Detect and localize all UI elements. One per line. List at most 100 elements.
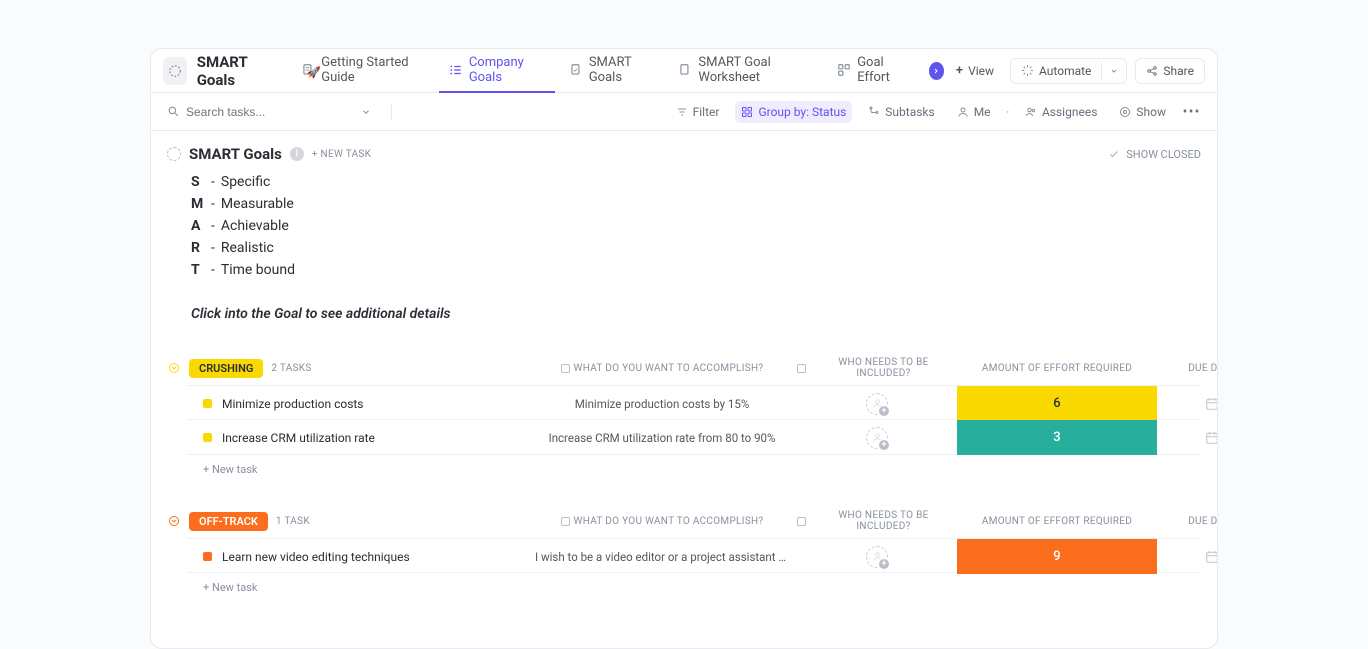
doc-icon: 🚀 xyxy=(301,62,315,78)
task-group: OFF-TRACK 1 TASK WHAT DO YOU WANT TO ACC… xyxy=(187,510,1201,602)
share-button[interactable]: Share xyxy=(1135,58,1205,84)
divider xyxy=(391,103,392,121)
tab-goal-effort[interactable]: Goal Effort xyxy=(827,49,918,93)
me-button[interactable]: Me xyxy=(951,101,997,123)
col-due[interactable]: DUE DATE xyxy=(1157,363,1218,374)
smart-dash: - xyxy=(211,193,215,215)
automate-button[interactable]: Automate xyxy=(1010,58,1127,84)
toolbar-right: Filter Group by: Status Subtasks Me xyxy=(670,101,1201,123)
filter-icon xyxy=(676,106,688,118)
chevron-down-icon[interactable] xyxy=(167,361,181,375)
effort-cell[interactable]: 9 xyxy=(957,539,1157,574)
list-new-task[interactable]: + NEW TASK xyxy=(312,149,371,160)
task-name: Minimize production costs xyxy=(222,397,364,411)
assignee-cell[interactable]: + xyxy=(797,427,957,449)
list-header: SMART Goals i + NEW TASK SHOW CLOSED xyxy=(167,145,1201,163)
plus-icon: + xyxy=(956,63,963,78)
task-row[interactable]: Increase CRM utilization rate Increase C… xyxy=(187,420,1201,455)
task-name-cell[interactable]: Increase CRM utilization rate xyxy=(187,431,527,445)
show-closed-label: SHOW CLOSED xyxy=(1126,148,1201,161)
header: SMART Goals 🚀 Getting Started Guide Comp… xyxy=(151,49,1217,93)
task-status-icon[interactable] xyxy=(203,399,212,408)
col-due[interactable]: DUE DATE xyxy=(1157,516,1218,527)
chevron-down-icon[interactable] xyxy=(167,514,181,528)
show-button[interactable]: Show xyxy=(1113,101,1172,123)
more-menu[interactable]: ⋯ xyxy=(1182,101,1201,122)
assignee-add[interactable]: + xyxy=(866,393,888,415)
col-accomplish[interactable]: WHAT DO YOU WANT TO ACCOMPLISH? xyxy=(527,363,797,374)
task-accomplish[interactable]: Increase CRM utilization rate from 80 to… xyxy=(527,431,797,445)
filter-button[interactable]: Filter xyxy=(670,101,726,123)
task-status-icon[interactable] xyxy=(203,433,212,442)
col-accomplish[interactable]: WHAT DO YOU WANT TO ACCOMPLISH? xyxy=(527,516,797,527)
assignee-add[interactable]: + xyxy=(866,546,888,568)
task-status-icon[interactable] xyxy=(203,552,212,561)
task-count: 1 TASK xyxy=(276,516,310,527)
show-closed[interactable]: SHOW CLOSED xyxy=(1108,148,1201,161)
smart-word: Time bound xyxy=(221,259,295,281)
header-actions: + View Automate Share xyxy=(948,58,1205,84)
col-effort[interactable]: AMOUNT OF EFFORT REQUIRED xyxy=(957,363,1157,374)
col-included[interactable]: WHO NEEDS TO BE INCLUDED? xyxy=(797,357,957,379)
search-wrap[interactable] xyxy=(167,105,347,119)
task-name: Learn new video editing techniques xyxy=(222,550,410,564)
assignees-button[interactable]: Assignees xyxy=(1019,101,1103,123)
smart-letter: R xyxy=(191,237,205,259)
add-view-button[interactable]: + View xyxy=(948,58,1002,83)
list-title-heading[interactable]: SMART Goals xyxy=(189,145,282,163)
doc-icon xyxy=(569,62,583,78)
text-icon xyxy=(797,364,806,373)
group-by-button[interactable]: Group by: Status xyxy=(735,101,852,123)
task-accomplish[interactable]: I wish to be a video editor or a project… xyxy=(527,550,797,564)
new-task-link[interactable]: + New task xyxy=(187,573,1201,602)
task-group: CRUSHING 2 TASKS WHAT DO YOU WANT TO ACC… xyxy=(187,357,1201,484)
group-icon xyxy=(741,106,753,118)
app-container: SMART Goals 🚀 Getting Started Guide Comp… xyxy=(150,48,1218,649)
effort-cell[interactable]: 6 xyxy=(957,386,1157,421)
tab-smart-goals[interactable]: SMART Goals xyxy=(559,49,665,93)
task-name-cell[interactable]: Minimize production costs xyxy=(187,397,527,411)
smart-row: M-Measurable xyxy=(191,193,1201,215)
content: SMART Goals i + NEW TASK SHOW CLOSED S-S… xyxy=(151,131,1217,648)
search-input[interactable] xyxy=(186,105,347,119)
col-included[interactable]: WHO NEEDS TO BE INCLUDED? xyxy=(797,510,957,532)
tab-label: Goal Effort xyxy=(857,55,908,85)
text-icon xyxy=(561,364,570,373)
automate-label: Automate xyxy=(1039,64,1091,78)
effort-cell[interactable]: 3 xyxy=(957,420,1157,455)
search-caret[interactable] xyxy=(355,107,377,117)
tab-company-goals[interactable]: Company Goals xyxy=(439,49,555,93)
assignee-cell[interactable]: + xyxy=(797,546,957,568)
task-accomplish[interactable]: Minimize production costs by 15% xyxy=(527,397,797,411)
new-task-link[interactable]: + New task xyxy=(187,455,1201,484)
tab-getting-started[interactable]: 🚀 Getting Started Guide xyxy=(291,49,435,93)
plus-badge-icon: + xyxy=(878,405,890,417)
due-cell[interactable] xyxy=(1157,396,1218,412)
search-icon xyxy=(167,105,180,118)
col-effort[interactable]: AMOUNT OF EFFORT REQUIRED xyxy=(957,516,1157,527)
group-header: CRUSHING 2 TASKS WHAT DO YOU WANT TO ACC… xyxy=(187,357,1201,379)
list-title[interactable]: SMART Goals xyxy=(197,53,276,89)
task-name-cell[interactable]: Learn new video editing techniques xyxy=(187,550,527,564)
smart-dash: - xyxy=(211,259,215,281)
automate-caret[interactable] xyxy=(1101,62,1126,80)
task-row[interactable]: Minimize production costs Minimize produ… xyxy=(187,385,1201,420)
automate-icon xyxy=(1021,64,1034,77)
assignee-cell[interactable]: + xyxy=(797,393,957,415)
due-cell[interactable] xyxy=(1157,430,1218,446)
more-views-arrow[interactable] xyxy=(929,62,944,80)
task-count: 2 TASKS xyxy=(271,363,311,374)
due-cell[interactable] xyxy=(1157,549,1218,565)
me-icon xyxy=(957,106,969,118)
group-status-badge[interactable]: OFF-TRACK xyxy=(189,512,268,531)
smart-letter: A xyxy=(191,215,205,237)
rocket-icon: 🚀 xyxy=(307,66,321,79)
subtasks-button[interactable]: Subtasks xyxy=(862,101,940,123)
assignee-add[interactable]: + xyxy=(866,427,888,449)
group-status-badge[interactable]: CRUSHING xyxy=(189,359,263,378)
smart-word: Realistic xyxy=(221,237,274,259)
tab-smart-goal-worksheet[interactable]: SMART Goal Worksheet xyxy=(668,49,823,93)
smart-letter: M xyxy=(191,193,205,215)
task-row[interactable]: Learn new video editing techniques I wis… xyxy=(187,538,1201,573)
info-icon[interactable]: i xyxy=(290,147,304,161)
